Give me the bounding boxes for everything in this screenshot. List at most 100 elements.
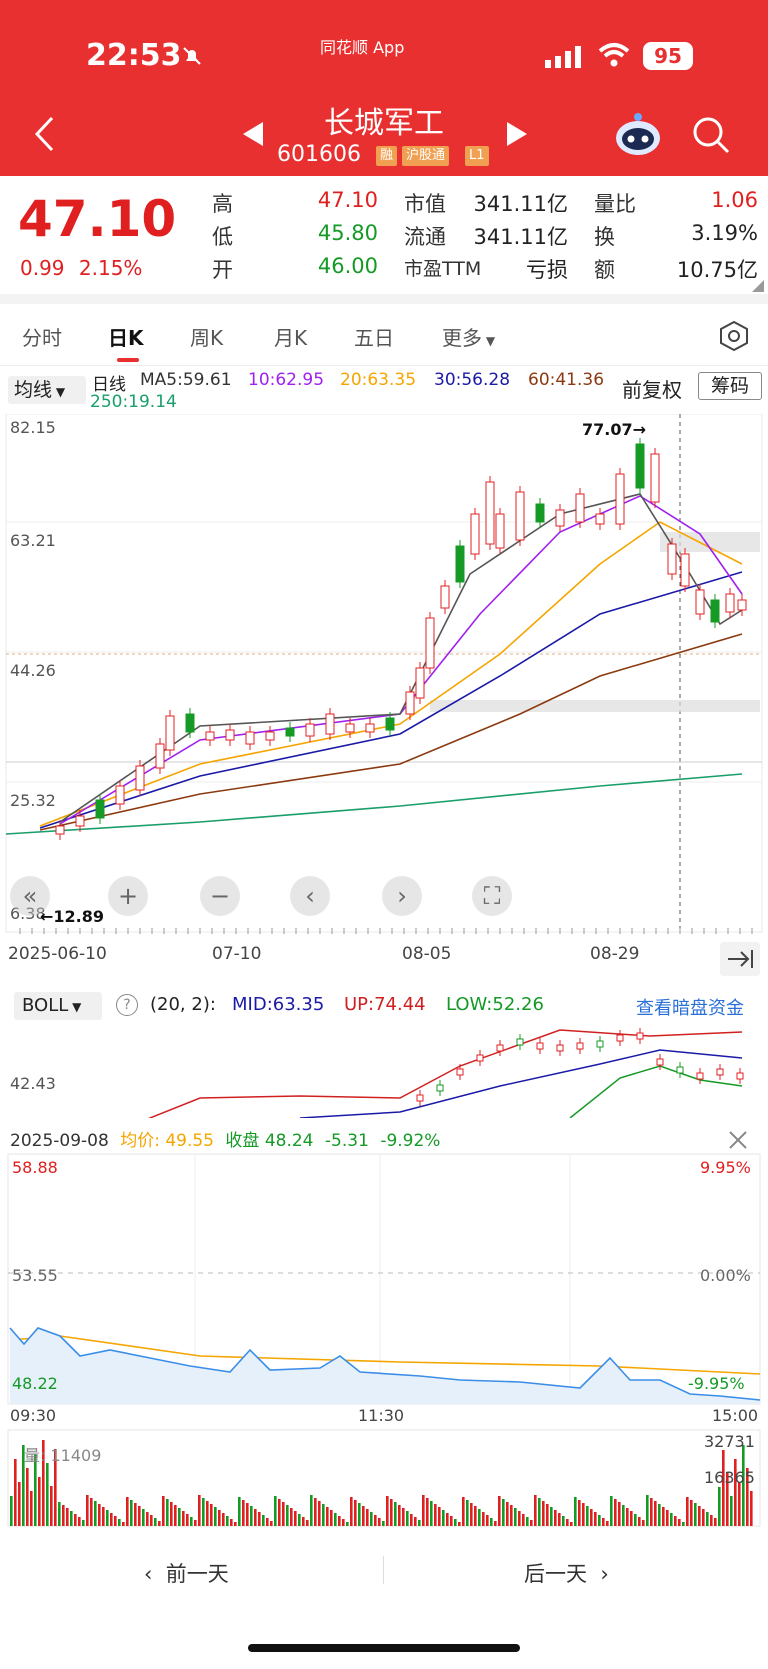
volume-bar — [138, 1506, 141, 1526]
volume-bar — [590, 1509, 593, 1526]
candle-body — [615, 473, 625, 525]
scroll-right-button[interactable]: › — [382, 876, 422, 916]
volume-bar — [374, 1515, 377, 1526]
robot-assistant-icon[interactable] — [614, 112, 662, 156]
volume-bar — [658, 1504, 661, 1526]
volume-bar — [730, 1496, 733, 1526]
tab-five-day[interactable]: 五日 — [354, 322, 394, 351]
next-stock-icon[interactable] — [507, 122, 527, 146]
volume-bar — [214, 1507, 217, 1526]
adjust-mode[interactable]: 前复权 — [622, 374, 682, 403]
dark-pool-link[interactable]: 查看暗盘资金 — [636, 994, 744, 1020]
candle-body — [455, 545, 465, 583]
chart-frame — [5, 414, 763, 933]
time-end: 15:00 — [712, 1406, 759, 1425]
intraday-top-price: 58.88 — [12, 1158, 58, 1177]
volume-bar — [466, 1500, 469, 1526]
volume-bar — [98, 1504, 101, 1526]
next-day-button[interactable]: 后一天 › — [524, 1558, 609, 1588]
volume-bar — [294, 1511, 297, 1526]
volume-bar — [566, 1519, 569, 1526]
zoom-in-button[interactable]: + — [108, 876, 148, 916]
volume-bar — [242, 1500, 245, 1526]
float-label: 流通 — [404, 225, 446, 249]
high-value: 47.10 — [317, 188, 378, 212]
volume-max: 32731 — [704, 1432, 755, 1451]
volume-bar — [570, 1522, 573, 1526]
help-icon[interactable]: ? — [116, 994, 138, 1016]
intraday-mid-price: 53.55 — [12, 1266, 58, 1285]
volume-bar — [622, 1505, 625, 1526]
volume-bar — [666, 1510, 669, 1526]
day-navigation: ‹ 前一天 后一天 › — [0, 1544, 768, 1600]
volume-bar — [694, 1503, 697, 1526]
search-icon[interactable] — [692, 116, 730, 154]
app-label: 同花顺 App — [320, 38, 405, 57]
tab-monthly-k[interactable]: 月K — [274, 322, 307, 351]
volume-bar — [594, 1512, 597, 1526]
volume-bar — [442, 1510, 445, 1526]
boll-select-label: BOLL — [22, 995, 69, 1016]
candlestick-chart[interactable] — [0, 414, 768, 934]
volume-bar — [354, 1500, 357, 1526]
tab-daily-k[interactable]: 日K — [108, 322, 144, 351]
boll-select[interactable]: BOLL ▼ — [14, 992, 102, 1020]
volume-bar — [46, 1463, 49, 1526]
volume-bar — [282, 1502, 285, 1526]
volume-bar — [482, 1512, 485, 1526]
volume-bar — [690, 1500, 693, 1526]
volume-bar — [402, 1508, 405, 1526]
time-mid: 11:30 — [358, 1406, 405, 1425]
tab-weekly-k[interactable]: 周K — [190, 322, 223, 351]
indicator-select[interactable]: 均线 ▼ — [8, 376, 86, 404]
volume-bar — [278, 1499, 281, 1526]
volume-bar — [166, 1499, 169, 1526]
volume-bar — [678, 1519, 681, 1526]
volume-bar — [602, 1518, 605, 1526]
volume-bar — [582, 1503, 585, 1526]
volume-bar — [314, 1498, 317, 1526]
volume-bar — [94, 1501, 97, 1526]
chips-button[interactable]: 筹码 — [698, 372, 762, 400]
prev-stock-icon[interactable] — [243, 122, 263, 146]
candle-body — [285, 727, 295, 737]
prev-day-button[interactable]: ‹ 前一天 — [144, 1558, 229, 1588]
zoom-out-button[interactable]: − — [200, 876, 240, 916]
boll-mid: MID:63.35 — [232, 994, 325, 1015]
connect-tag: 沪股通 — [402, 146, 450, 166]
volume-bar — [630, 1511, 633, 1526]
turnover-label: 换 — [594, 225, 615, 249]
volume-bar — [270, 1521, 273, 1526]
volume-bar — [422, 1495, 425, 1526]
candle-body — [365, 723, 375, 733]
candle-body — [725, 593, 735, 613]
fullscreen-button[interactable]: ⛶ — [472, 876, 512, 916]
boll-candle-body — [416, 1094, 424, 1102]
volume-bar — [206, 1501, 209, 1526]
volume-bar — [158, 1521, 161, 1526]
settings-hexagon-icon[interactable] — [718, 320, 750, 352]
volume-bar — [642, 1520, 645, 1526]
volume-bar — [222, 1513, 225, 1526]
vol-ratio-label: 量比 — [594, 192, 636, 216]
tab-intraday[interactable]: 分时 — [22, 322, 62, 351]
volume-bar — [738, 1482, 741, 1526]
candle-body — [345, 723, 355, 733]
jump-latest-icon[interactable] — [720, 942, 760, 976]
open-value: 46.00 — [317, 254, 378, 278]
scroll-left-button[interactable]: ‹ — [290, 876, 330, 916]
scroll-start-button[interactable]: « — [10, 876, 50, 916]
volume-bar — [394, 1502, 397, 1526]
candle-body — [305, 723, 315, 737]
candle-body — [695, 589, 705, 615]
ma20-value: 20:63.35 — [340, 370, 417, 390]
candle-body — [165, 715, 175, 751]
candle-body — [405, 691, 415, 715]
volume-bar — [406, 1511, 409, 1526]
boll-up: UP:74.44 — [344, 994, 426, 1015]
margin-tag: 融 — [376, 146, 398, 166]
top-header: 22:53 同花顺 App 95 长城军工 601606 融 沪股通 L1 — [0, 0, 768, 176]
tab-more[interactable]: 更多 ▼ — [442, 322, 495, 351]
expand-corner-icon[interactable] — [752, 280, 764, 292]
volume-bar — [298, 1514, 301, 1526]
